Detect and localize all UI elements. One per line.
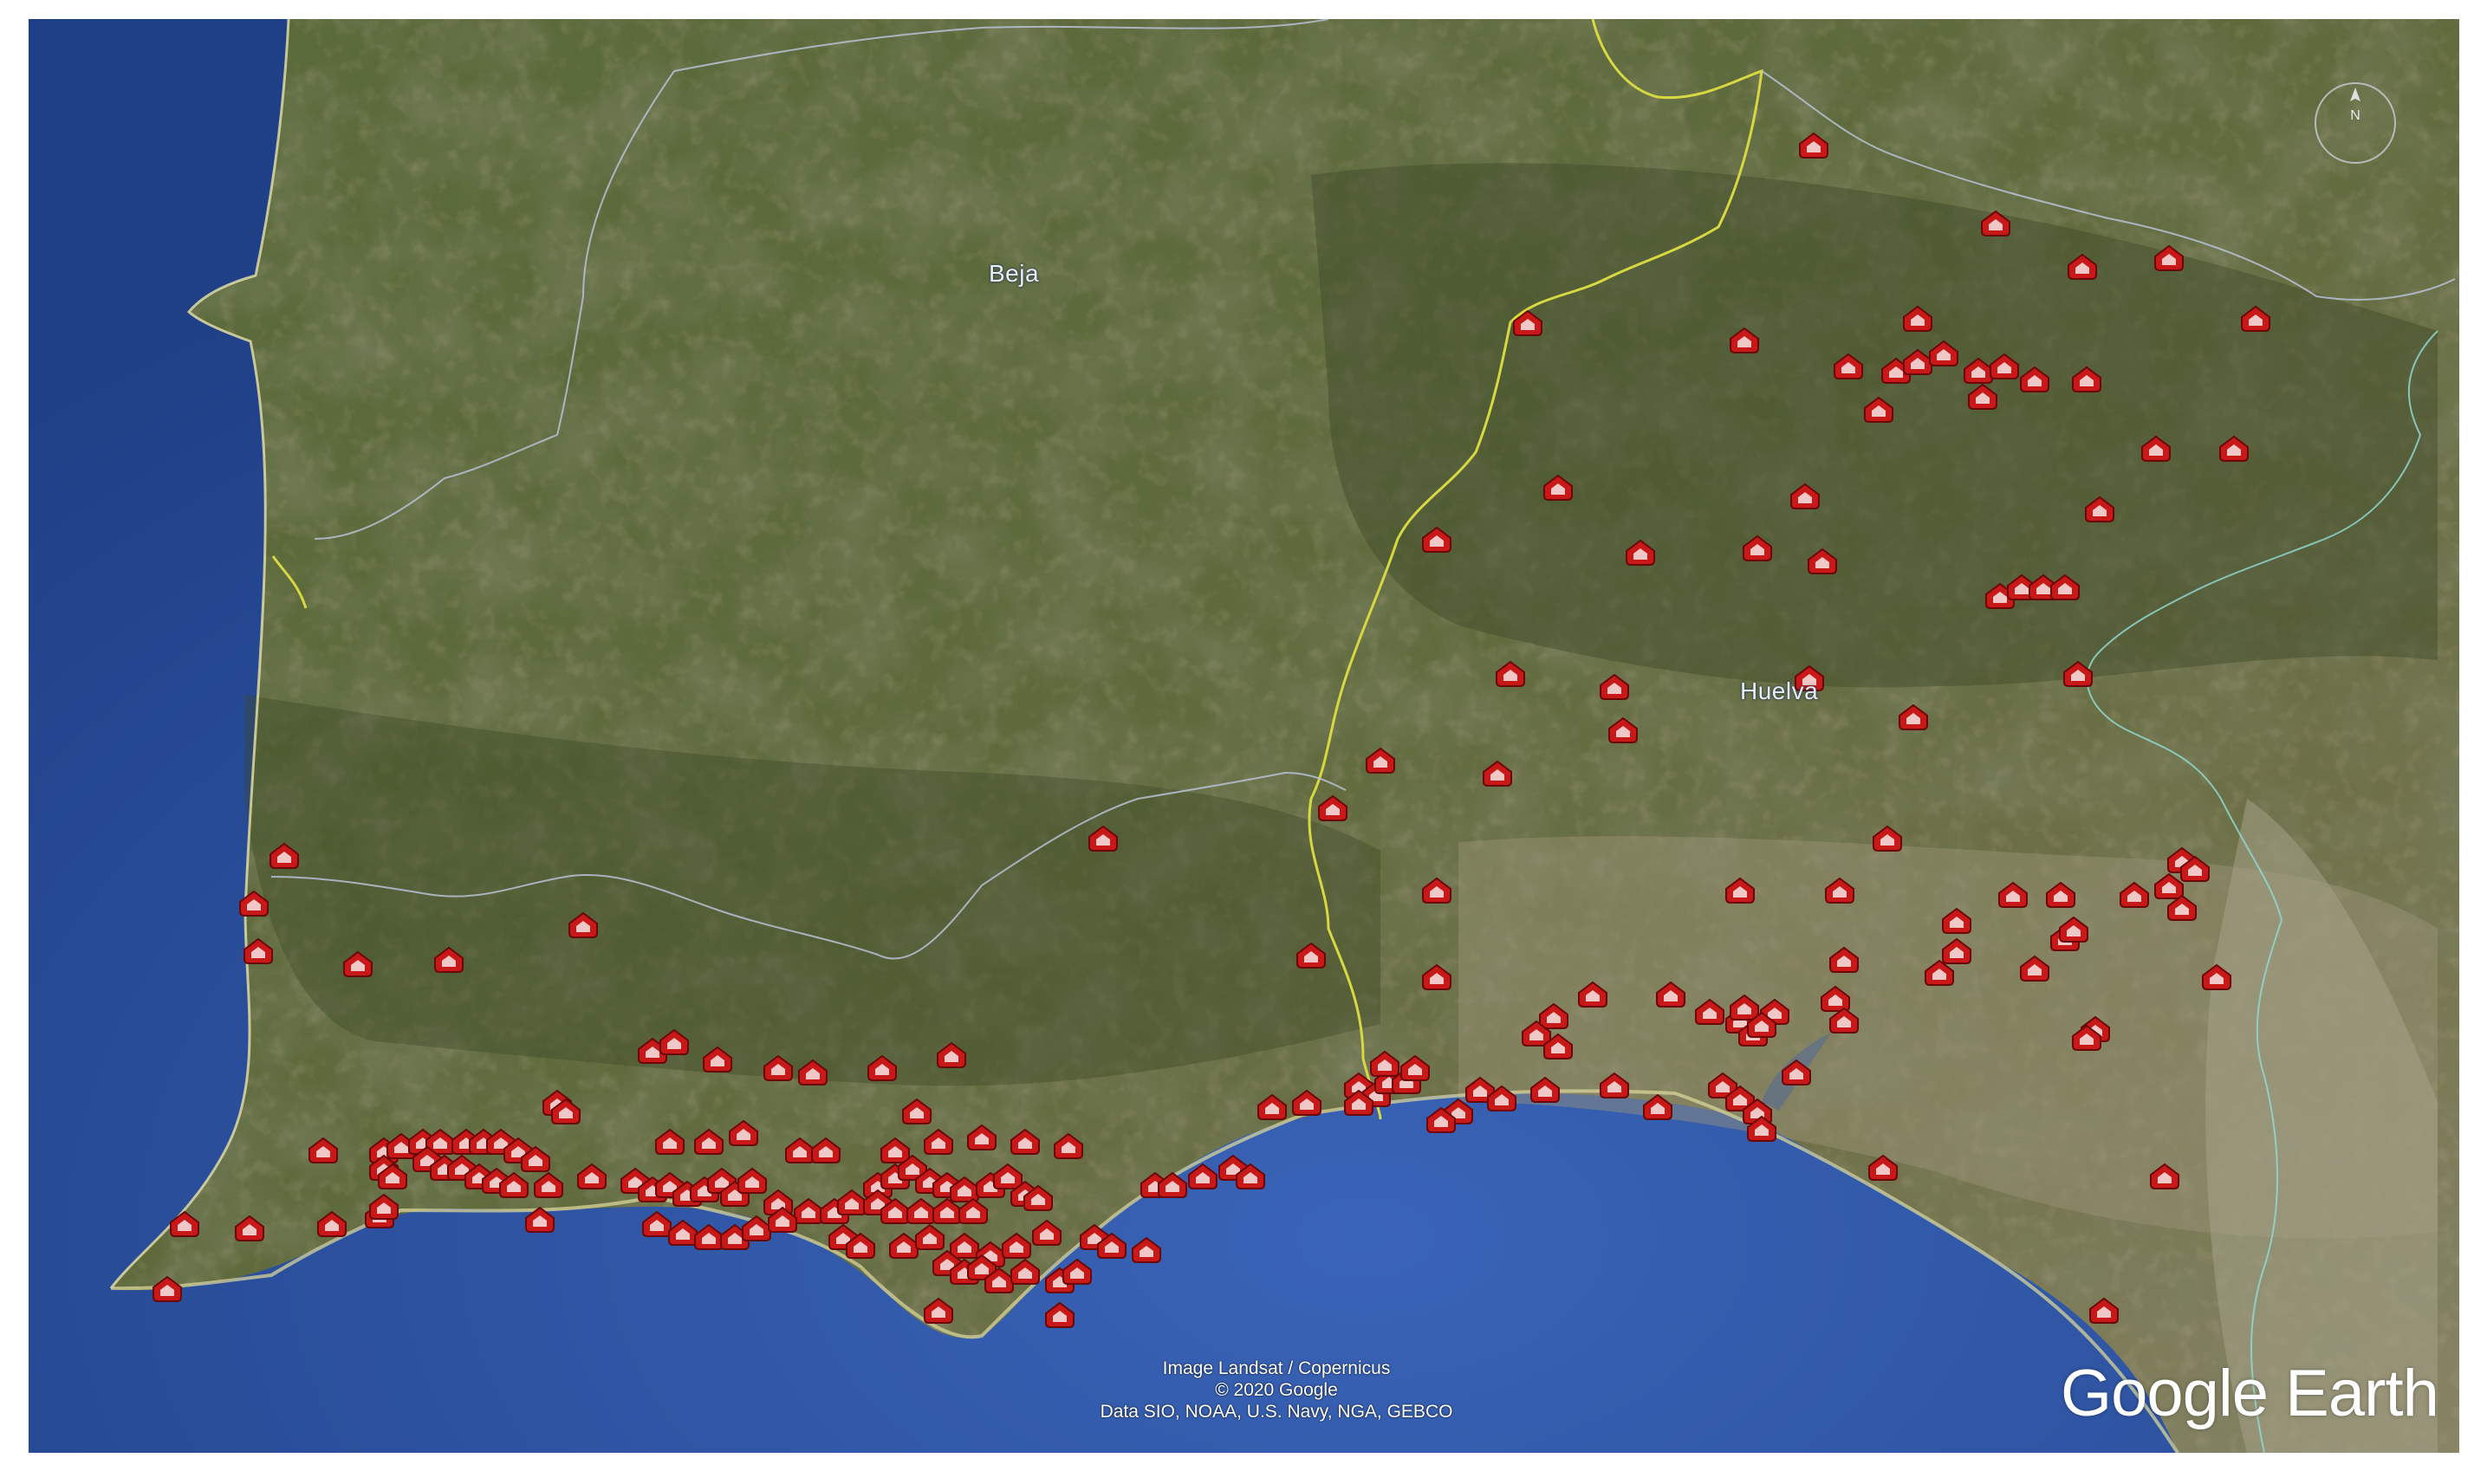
city-label-beja: Beja: [989, 260, 1040, 287]
attribution-copyright: © 2020 Google: [1215, 1380, 1338, 1400]
map-viewport[interactable]: Beja Huelva N Image Landsat / Copernicus…: [29, 19, 2459, 1453]
compass-icon[interactable]: N: [2308, 75, 2403, 171]
compass-north-label: N: [2350, 108, 2360, 123]
city-label-huelva: Huelva: [1740, 677, 1819, 704]
attribution-data: Data SIO, NOAA, U.S. Navy, NGA, GEBCO: [1100, 1402, 1453, 1422]
google-earth-logo: Google Earth: [2061, 1357, 2439, 1430]
satellite-map: [29, 19, 2459, 1453]
attribution-imagery: Image Landsat / Copernicus: [1162, 1358, 1391, 1378]
map-attribution: Image Landsat / Copernicus © 2020 Google…: [1042, 1358, 1510, 1422]
